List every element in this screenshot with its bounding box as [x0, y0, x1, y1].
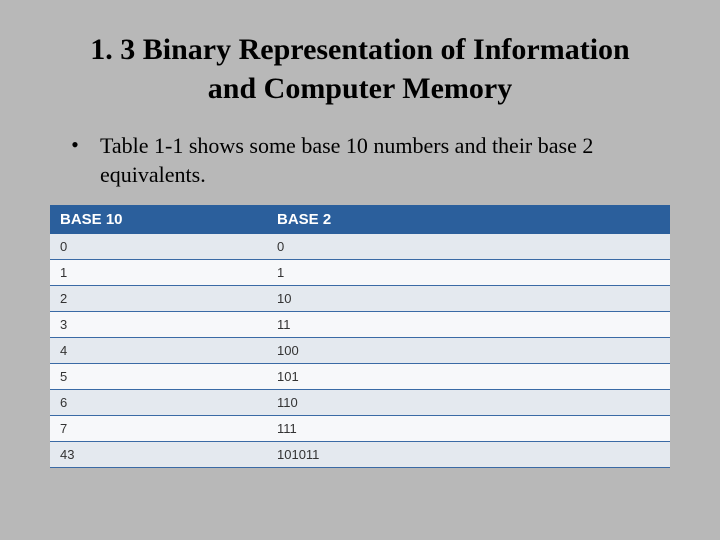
cell-base2: 101: [267, 364, 670, 390]
cell-base10: 6: [50, 390, 267, 416]
cell-base2: 101011: [267, 442, 670, 468]
cell-base2: 11: [267, 312, 670, 338]
cell-base2: 110: [267, 390, 670, 416]
cell-base10: 2: [50, 286, 267, 312]
table-row: 5 101: [50, 364, 670, 390]
table-row: 0 0: [50, 234, 670, 260]
table-row: 43 101011: [50, 442, 670, 468]
cell-base2: 10: [267, 286, 670, 312]
cell-base2: 1: [267, 260, 670, 286]
table-row: 4 100: [50, 338, 670, 364]
bullet-text: Table 1-1 shows some base 10 numbers and…: [100, 132, 670, 189]
base-conversion-table: BASE 10 BASE 2 0 0 1 1 2 10 3 11 4: [50, 205, 670, 468]
cell-base2: 0: [267, 234, 670, 260]
heading-line-1: 1. 3 Binary Representation of Informatio…: [90, 33, 629, 66]
table-header-row: BASE 10 BASE 2: [50, 205, 670, 234]
heading-line-2: and Computer Memory: [208, 72, 512, 105]
cell-base10: 7: [50, 416, 267, 442]
page-title: 1. 3 Binary Representation of Informatio…: [30, 30, 690, 108]
table-row: 3 11: [50, 312, 670, 338]
cell-base10: 4: [50, 338, 267, 364]
col-header-base10: BASE 10: [50, 205, 267, 234]
cell-base10: 3: [50, 312, 267, 338]
bullet-item: • Table 1-1 shows some base 10 numbers a…: [50, 132, 670, 189]
cell-base10: 0: [50, 234, 267, 260]
table-row: 6 110: [50, 390, 670, 416]
col-header-base2: BASE 2: [267, 205, 670, 234]
cell-base2: 111: [267, 416, 670, 442]
table-row: 2 10: [50, 286, 670, 312]
cell-base2: 100: [267, 338, 670, 364]
cell-base10: 1: [50, 260, 267, 286]
table-container: BASE 10 BASE 2 0 0 1 1 2 10 3 11 4: [50, 205, 670, 468]
table-row: 1 1: [50, 260, 670, 286]
cell-base10: 5: [50, 364, 267, 390]
table-row: 7 111: [50, 416, 670, 442]
bullet-marker: •: [50, 132, 100, 189]
cell-base10: 43: [50, 442, 267, 468]
